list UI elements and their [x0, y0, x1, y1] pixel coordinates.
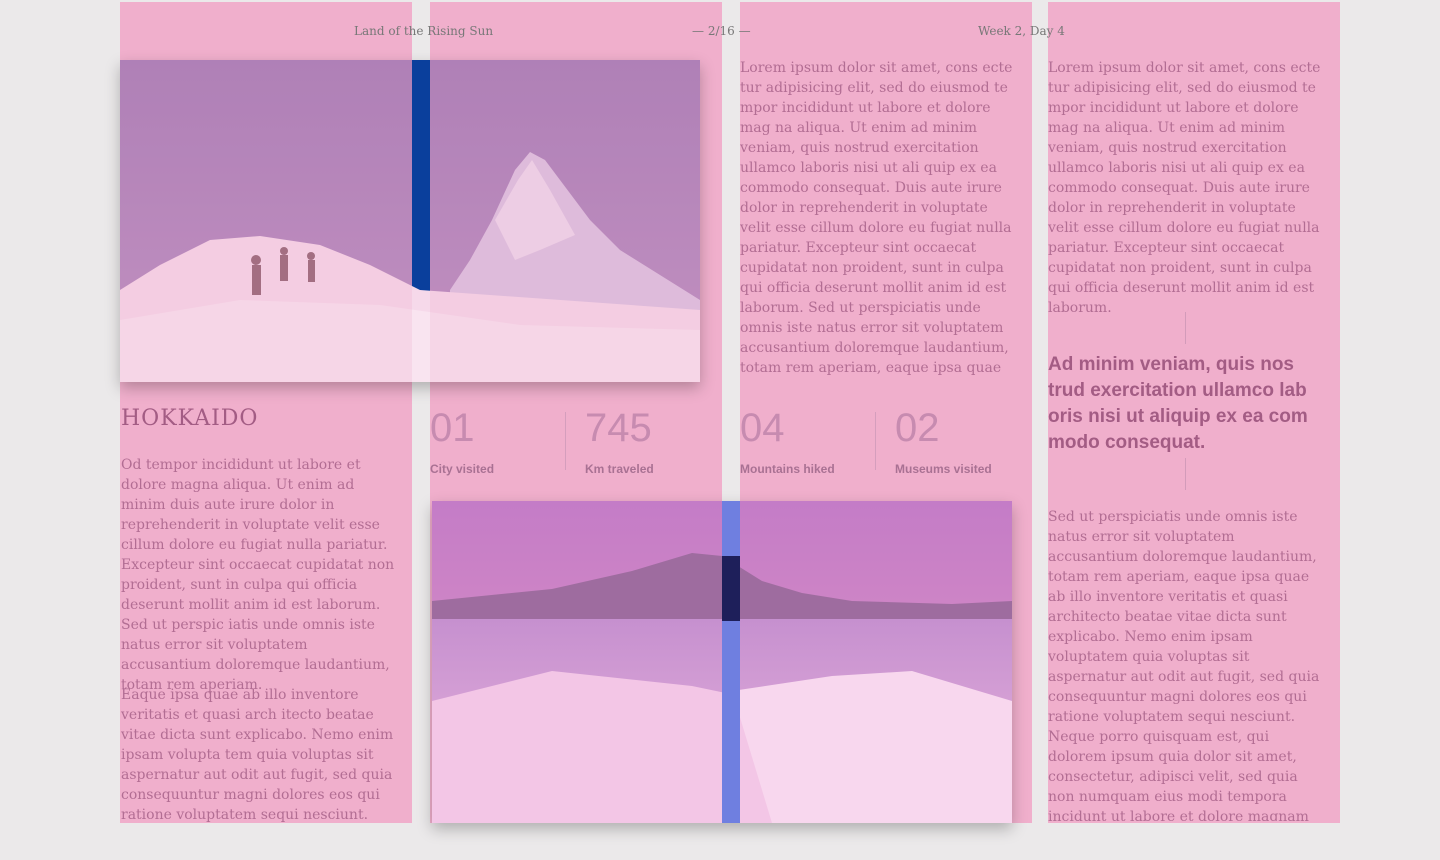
lake-sunset-photo [432, 501, 1012, 823]
stat-km: 745 Km traveled [585, 408, 654, 476]
stat-label: Km traveled [585, 462, 654, 476]
stat-value: 04 [740, 406, 785, 450]
column3-paragraph: Lorem ipsum dolor sit amet, cons ecte tu… [740, 60, 1013, 376]
stat-value: 01 [430, 406, 475, 450]
header-left-title: Land of the Rising Sun [354, 24, 494, 38]
snow-mountain-illustration [120, 60, 700, 382]
stat-label: City visited [430, 462, 495, 476]
stat-divider [565, 412, 566, 470]
column4-paragraph: Lorem ipsum dolor sit amet, cons ecte tu… [1048, 60, 1321, 316]
quote-divider-top [1185, 312, 1186, 344]
pull-quote: Ad minim veniam, quis nos trud exercitat… [1048, 354, 1308, 453]
page-indicator: — 2/16 — [692, 24, 751, 38]
stat-divider [875, 412, 876, 470]
article-title: HOKKAIDO [121, 406, 259, 431]
header-right-date: Week 2, Day 4 [978, 24, 1065, 38]
article-intro-paragraph: Od tempor incididunt ut labore et dolore… [121, 457, 395, 693]
article-intro-paragraph-2: Eaque ipsa quae ab illo inventore verita… [121, 687, 394, 823]
lake-mountain-illustration [432, 501, 1012, 823]
stat-label: Mountains hiked [740, 462, 835, 476]
stat-cities: 01 City visited [430, 408, 494, 476]
quote-divider-bottom [1185, 458, 1186, 490]
stat-value: 02 [895, 406, 940, 450]
stat-museums: 02 Museums visited [895, 408, 992, 476]
column4-paragraph-2: Sed ut perspiciatis unde omnis iste natu… [1048, 509, 1320, 821]
stat-mountains: 04 Mountains hiked [740, 408, 835, 476]
stat-value: 745 [585, 406, 652, 450]
hero-photo-snow-mountain [120, 60, 700, 382]
stat-label: Museums visited [895, 462, 992, 476]
